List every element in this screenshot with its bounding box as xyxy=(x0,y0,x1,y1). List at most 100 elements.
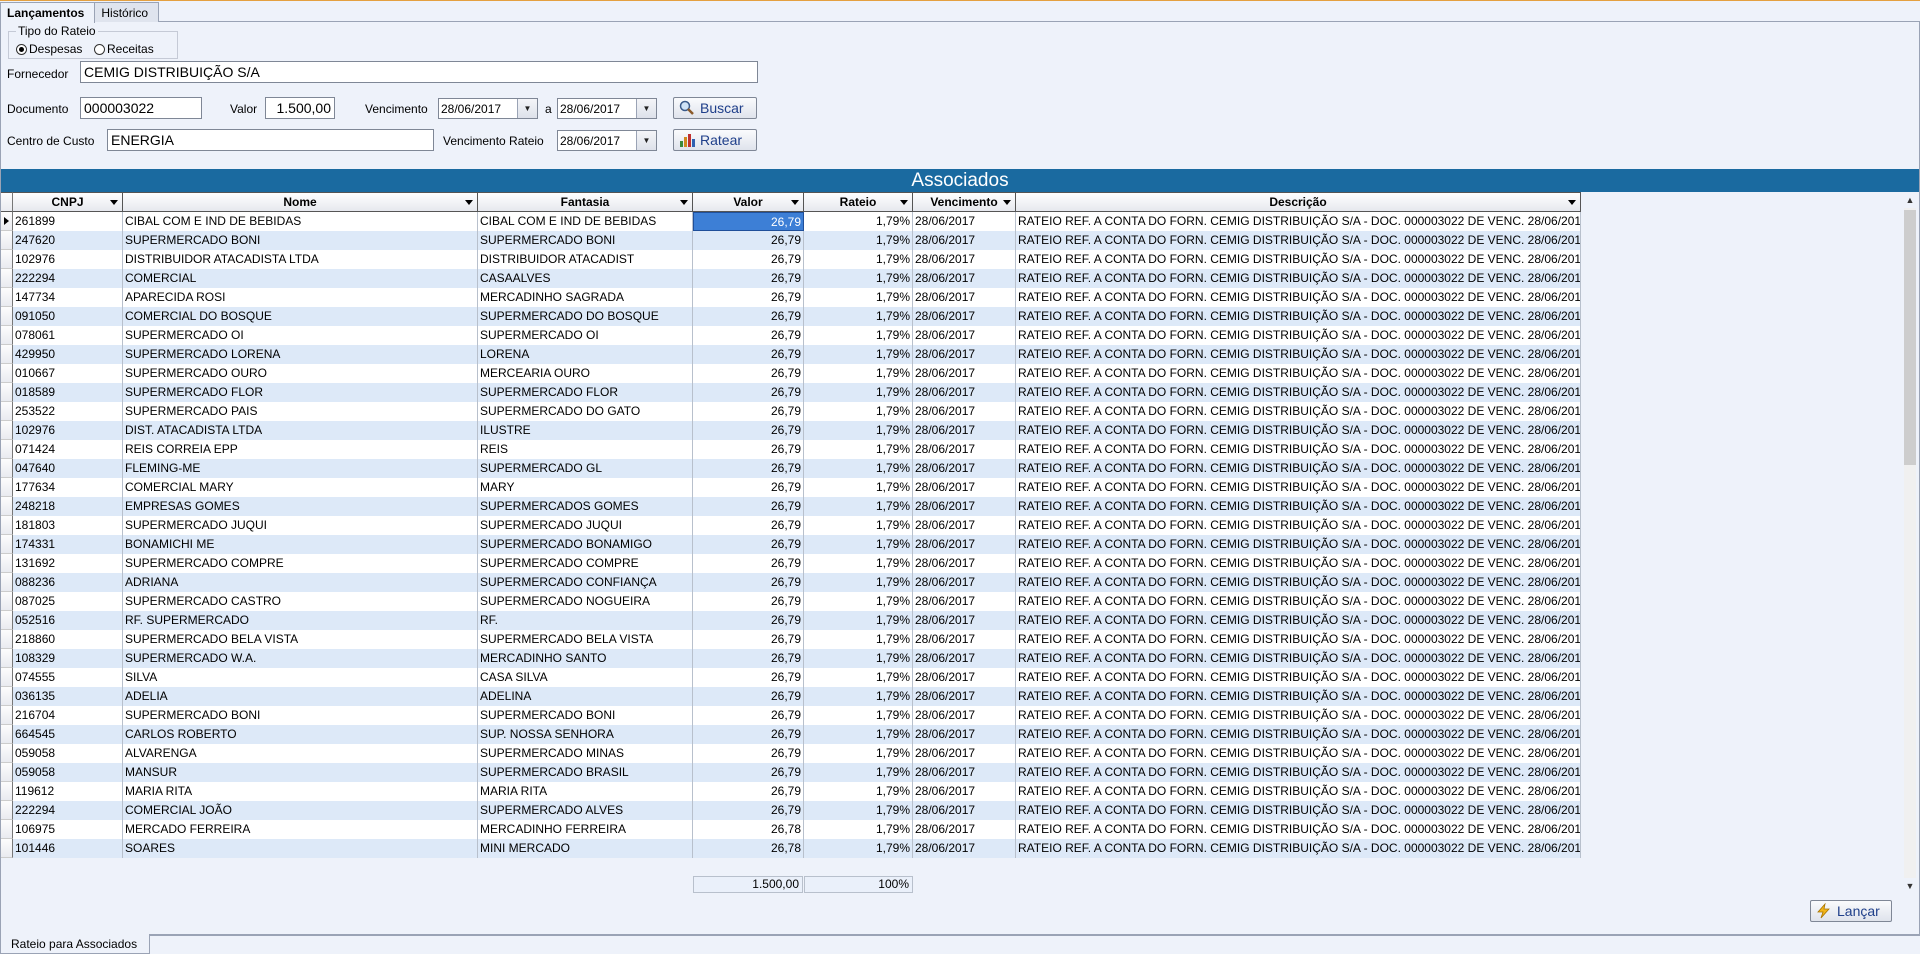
cell-descricao[interactable]: RATEIO REF. A CONTA DO FORN. CEMIG DISTR… xyxy=(1016,630,1581,649)
cell-descricao[interactable]: RATEIO REF. A CONTA DO FORN. CEMIG DISTR… xyxy=(1016,687,1581,706)
cell-descricao[interactable]: RATEIO REF. A CONTA DO FORN. CEMIG DISTR… xyxy=(1016,706,1581,725)
cell-descricao[interactable]: RATEIO REF. A CONTA DO FORN. CEMIG DISTR… xyxy=(1016,573,1581,592)
buscar-button[interactable]: Buscar xyxy=(673,97,757,119)
table-row[interactable]: 010667 SUPERMERCADO OURO MERCEARIA OURO 26,… xyxy=(1,364,1581,383)
cell-cnpj[interactable]: 106975 xyxy=(13,820,123,839)
cell-valor[interactable]: 26,79 xyxy=(693,364,804,383)
cell-valor[interactable]: 26,79 xyxy=(693,421,804,440)
cell-rateio[interactable]: 1,79% xyxy=(804,307,913,326)
cell-rateio[interactable]: 1,79% xyxy=(804,440,913,459)
cell-rateio[interactable]: 1,79% xyxy=(804,611,913,630)
table-row[interactable]: 429950 SUPERMERCADO LORENA LORENA 26,79 1,79… xyxy=(1,345,1581,364)
scroll-down-icon[interactable]: ▼ xyxy=(1902,878,1918,894)
cell-rateio[interactable]: 1,79% xyxy=(804,782,913,801)
cell-nome[interactable]: EMPRESAS GOMES xyxy=(123,497,478,516)
dropdown-arrow-icon[interactable]: ▼ xyxy=(636,99,656,118)
table-row[interactable]: 087025 SUPERMERCADO CASTRO SUPERMERCADO NO… xyxy=(1,592,1581,611)
cell-valor[interactable]: 26,79 xyxy=(693,497,804,516)
cell-fantasia[interactable]: SUPERMERCADO NOGUEIRA xyxy=(478,592,693,611)
cell-cnpj[interactable]: 247620 xyxy=(13,231,123,250)
cell-fantasia[interactable]: LORENA xyxy=(478,345,693,364)
cell-fantasia[interactable]: SUPERMERCADO BELA VISTA xyxy=(478,630,693,649)
cell-valor[interactable]: 26,79 xyxy=(693,687,804,706)
cell-valor[interactable]: 26,79 xyxy=(693,212,804,231)
cell-rateio[interactable]: 1,79% xyxy=(804,687,913,706)
column-header-nome[interactable]: Nome xyxy=(123,192,478,212)
cell-fantasia[interactable]: SUPERMERCADO JUQUI xyxy=(478,516,693,535)
cell-cnpj[interactable]: 074555 xyxy=(13,668,123,687)
cell-descricao[interactable]: RATEIO REF. A CONTA DO FORN. CEMIG DISTR… xyxy=(1016,763,1581,782)
cell-cnpj[interactable]: 108329 xyxy=(13,649,123,668)
row-indicator[interactable] xyxy=(1,706,13,725)
cell-rateio[interactable]: 1,79% xyxy=(804,478,913,497)
cell-vencimento[interactable]: 28/06/2017 xyxy=(913,801,1016,820)
scroll-up-icon[interactable]: ▲ xyxy=(1902,192,1918,208)
dropdown-arrow-icon[interactable]: ▼ xyxy=(636,131,656,150)
cell-valor[interactable]: 26,79 xyxy=(693,459,804,478)
cell-fantasia[interactable]: SUP. NOSSA SENHORA xyxy=(478,725,693,744)
cell-cnpj[interactable]: 218860 xyxy=(13,630,123,649)
cell-rateio[interactable]: 1,79% xyxy=(804,763,913,782)
cell-nome[interactable]: DISTRIBUIDOR ATACADISTA LTDA xyxy=(123,250,478,269)
row-indicator[interactable] xyxy=(1,649,13,668)
cell-fantasia[interactable]: SUPERMERCADO FLOR xyxy=(478,383,693,402)
table-row[interactable]: 181803 SUPERMERCADO JUQUI SUPERMERCADO JUQ… xyxy=(1,516,1581,535)
row-indicator[interactable] xyxy=(1,611,13,630)
scroll-thumb[interactable] xyxy=(1904,210,1916,465)
row-indicator[interactable] xyxy=(1,402,13,421)
table-row[interactable]: 078061 SUPERMERCADO OI SUPERMERCADO OI 26,7… xyxy=(1,326,1581,345)
column-header-cnpj[interactable]: CNPJ xyxy=(13,192,123,212)
cell-nome[interactable]: SUPERMERCADO COMPRE xyxy=(123,554,478,573)
cell-vencimento[interactable]: 28/06/2017 xyxy=(913,269,1016,288)
column-header-valor[interactable]: Valor xyxy=(693,192,804,212)
cell-valor[interactable]: 26,79 xyxy=(693,630,804,649)
cell-fantasia[interactable]: MARY xyxy=(478,478,693,497)
radio-despesas[interactable]: Despesas xyxy=(16,42,82,56)
cell-rateio[interactable]: 1,79% xyxy=(804,250,913,269)
cell-cnpj[interactable]: 131692 xyxy=(13,554,123,573)
table-row[interactable]: 059058 MANSUR SUPERMERCADO BRASIL 26,79 1,79… xyxy=(1,763,1581,782)
cell-fantasia[interactable]: REIS xyxy=(478,440,693,459)
dropdown-arrow-icon[interactable]: ▼ xyxy=(517,99,537,118)
cell-descricao[interactable]: RATEIO REF. A CONTA DO FORN. CEMIG DISTR… xyxy=(1016,649,1581,668)
table-row[interactable]: 248218 EMPRESAS GOMES SUPERMERCADOS GOMES 2… xyxy=(1,497,1581,516)
column-header-vencimento[interactable]: Vencimento xyxy=(913,192,1016,212)
cell-fantasia[interactable]: CIBAL COM E IND DE BEBIDAS xyxy=(478,212,693,231)
cell-descricao[interactable]: RATEIO REF. A CONTA DO FORN. CEMIG DISTR… xyxy=(1016,478,1581,497)
cell-vencimento[interactable]: 28/06/2017 xyxy=(913,231,1016,250)
filter-arrow-icon[interactable] xyxy=(465,200,473,205)
cell-vencimento[interactable]: 28/06/2017 xyxy=(913,250,1016,269)
cell-fantasia[interactable]: CASAALVES xyxy=(478,269,693,288)
cell-fantasia[interactable]: SUPERMERCADO BONI xyxy=(478,706,693,725)
cell-cnpj[interactable]: 047640 xyxy=(13,459,123,478)
cell-valor[interactable]: 26,78 xyxy=(693,839,804,858)
cell-nome[interactable]: COMERCIAL DO BOSQUE xyxy=(123,307,478,326)
cell-vencimento[interactable]: 28/06/2017 xyxy=(913,478,1016,497)
cell-fantasia[interactable]: DISTRIBUIDOR ATACADIST xyxy=(478,250,693,269)
cell-nome[interactable]: SUPERMERCADO OI xyxy=(123,326,478,345)
cell-fantasia[interactable]: MERCEARIA OURO xyxy=(478,364,693,383)
cell-descricao[interactable]: RATEIO REF. A CONTA DO FORN. CEMIG DISTR… xyxy=(1016,725,1581,744)
cell-rateio[interactable]: 1,79% xyxy=(804,706,913,725)
cell-descricao[interactable]: RATEIO REF. A CONTA DO FORN. CEMIG DISTR… xyxy=(1016,839,1581,858)
cell-vencimento[interactable]: 28/06/2017 xyxy=(913,649,1016,668)
valor-field[interactable]: 1.500,00 xyxy=(265,97,335,119)
cell-rateio[interactable]: 1,79% xyxy=(804,516,913,535)
cell-rateio[interactable]: 1,79% xyxy=(804,497,913,516)
cell-valor[interactable]: 26,79 xyxy=(693,706,804,725)
cell-valor[interactable]: 26,79 xyxy=(693,554,804,573)
cell-rateio[interactable]: 1,79% xyxy=(804,554,913,573)
cell-rateio[interactable]: 1,79% xyxy=(804,364,913,383)
cell-vencimento[interactable]: 28/06/2017 xyxy=(913,535,1016,554)
cell-nome[interactable]: SUPERMERCADO BELA VISTA xyxy=(123,630,478,649)
table-row[interactable]: 071424 REIS CORREIA EPP REIS 26,79 1,79% 28/0… xyxy=(1,440,1581,459)
table-row[interactable]: 247620 SUPERMERCADO BONI SUPERMERCADO BONI… xyxy=(1,231,1581,250)
row-indicator[interactable] xyxy=(1,383,13,402)
cell-vencimento[interactable]: 28/06/2017 xyxy=(913,516,1016,535)
cell-cnpj[interactable]: 147734 xyxy=(13,288,123,307)
table-row[interactable]: 108329 SUPERMERCADO W.A. MERCADINHO SANTO 2… xyxy=(1,649,1581,668)
grid-vertical-scrollbar[interactable]: ▲ ▼ xyxy=(1902,192,1918,894)
cell-descricao[interactable]: RATEIO REF. A CONTA DO FORN. CEMIG DISTR… xyxy=(1016,516,1581,535)
cell-descricao[interactable]: RATEIO REF. A CONTA DO FORN. CEMIG DISTR… xyxy=(1016,440,1581,459)
cell-vencimento[interactable]: 28/06/2017 xyxy=(913,326,1016,345)
